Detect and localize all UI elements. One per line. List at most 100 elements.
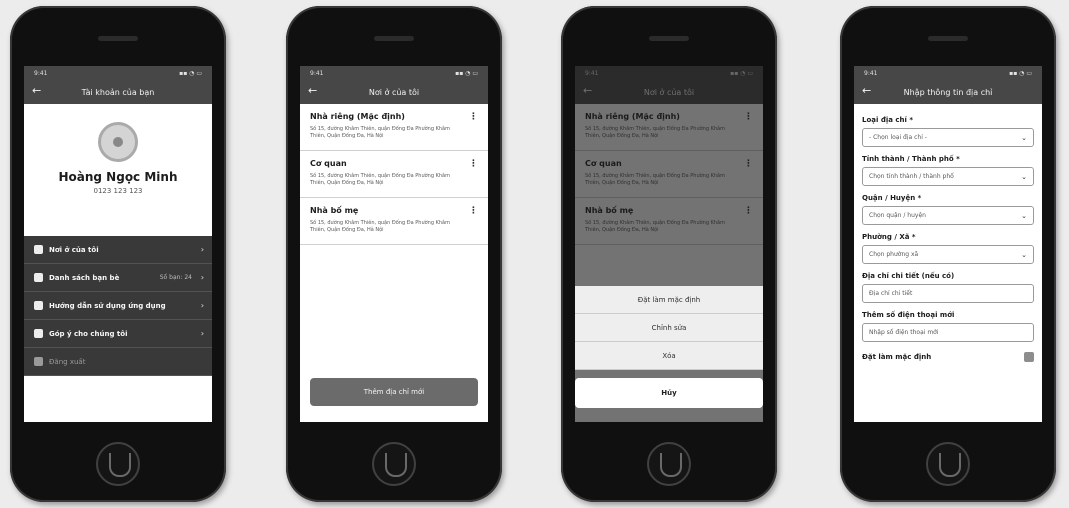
address-name: Cơ quan [310, 159, 347, 168]
profile-phone: 0123 123 123 [93, 187, 143, 195]
speaker [374, 36, 414, 41]
more-options-icon[interactable]: ⋮ [469, 159, 478, 169]
ward-label: Phường / Xã * [862, 233, 916, 241]
select-value: - Chọn loại địa chỉ - [869, 134, 927, 141]
city-select[interactable]: Chọn tỉnh thành / thành phố ⌄ [862, 167, 1034, 186]
district-select[interactable]: Chọn quận / huyện ⌄ [862, 206, 1034, 225]
menu-item-label: Đăng xuất [49, 357, 86, 366]
account-menu: Nơi ở của tôi › Danh sách bạn bè Số bạn:… [24, 236, 212, 376]
menu-item-label: Góp ý cho chúng tôi [49, 329, 128, 338]
guide-icon [34, 301, 43, 310]
speaker [928, 36, 968, 41]
address-card-home[interactable]: Nhà riêng (Mặc định) Số 15, đường Khâm T… [300, 104, 488, 151]
status-time: 9:41 [310, 69, 324, 77]
home-icon [34, 245, 43, 254]
address-form: Loại địa chỉ * - Chọn loại địa chỉ - ⌄ T… [854, 104, 1042, 366]
chevron-down-icon: ⌄ [1021, 172, 1027, 181]
back-arrow-icon[interactable]: ← [308, 85, 317, 97]
chevron-down-icon: ⌄ [1021, 133, 1027, 142]
address-type-select[interactable]: - Chọn loại địa chỉ - ⌄ [862, 128, 1034, 147]
address-type-label: Loại địa chỉ * [862, 116, 914, 124]
extra-phone-label: Thêm số điện thoại mới [862, 311, 955, 319]
chevron-down-icon: ⌄ [1021, 211, 1027, 220]
address-actions-screen: 9:41 ▪▪ ◔ ▭ ← Nơi ở của tôi Nhà riêng (M… [575, 66, 763, 422]
address-card-office[interactable]: Cơ quan Số 15, đường Khâm Thiên, quận Đố… [300, 151, 488, 198]
page-title: Tài khoản của bạn [81, 87, 155, 97]
more-options-icon[interactable]: ⋮ [469, 206, 478, 216]
set-default-row: Đặt làm mặc định [862, 352, 1034, 362]
detail-address-label: Địa chỉ chi tiết (nếu có) [862, 272, 955, 280]
phone-account: 9:41 ▪▪ ◔ ▭ ← Tài khoản của bạn Hoàng Ng… [10, 6, 226, 502]
address-detail: Số 15, đường Khâm Thiên, quận Đống Đa Ph… [310, 126, 450, 139]
home-button[interactable] [372, 442, 416, 486]
menu-item-label: Hướng dẫn sử dụng ứng dụng [49, 301, 166, 310]
status-time: 9:41 [34, 69, 48, 77]
phone-address-form: 9:41 ▪▪ ◔ ▭ ← Nhập thông tin địa chỉ Loạ… [840, 6, 1056, 502]
app-bar: ← Nhập thông tin địa chỉ [854, 80, 1042, 104]
status-bar: 9:41 ▪▪ ◔ ▭ [24, 66, 212, 80]
speaker [98, 36, 138, 41]
friends-icon [34, 273, 43, 282]
menu-item-label: Danh sách bạn bè [49, 273, 120, 282]
page-title: Nơi ở của tôi [368, 87, 420, 97]
edit-option[interactable]: Chỉnh sửa [575, 314, 763, 342]
city-label: Tỉnh thành / Thành phố * [862, 155, 960, 163]
chevron-down-icon: ⌄ [1021, 250, 1027, 259]
avatar[interactable] [98, 122, 138, 162]
status-icons: ▪▪ ◔ ▭ [1009, 69, 1032, 77]
feedback-icon [34, 329, 43, 338]
district-label: Quận / Huyện * [862, 194, 922, 202]
menu-item-logout[interactable]: Đăng xuất [24, 348, 212, 376]
select-value: Chọn phường xã [869, 251, 919, 258]
delete-option[interactable]: Xóa [575, 342, 763, 370]
cancel-button[interactable]: Hủy [575, 378, 763, 408]
set-default-label: Đặt làm mặc định [862, 353, 932, 361]
app-bar: ← Nơi ở của tôi [300, 80, 488, 104]
home-button[interactable] [96, 442, 140, 486]
home-button[interactable] [647, 442, 691, 486]
menu-item-my-places[interactable]: Nơi ở của tôi › [24, 236, 212, 264]
menu-item-guide[interactable]: Hướng dẫn sử dụng ứng dụng › [24, 292, 212, 320]
status-bar: 9:41 ▪▪ ◔ ▭ [854, 66, 1042, 80]
chevron-right-icon: › [200, 245, 204, 254]
status-time: 9:41 [864, 69, 878, 77]
set-default-option[interactable]: Đặt làm mặc định [575, 286, 763, 314]
select-value: Chọn quận / huyện [869, 212, 926, 219]
address-name: Nhà bố mẹ [310, 206, 359, 215]
back-arrow-icon[interactable]: ← [32, 85, 41, 97]
status-icons: ▪▪ ◔ ▭ [455, 69, 478, 77]
select-value: Chọn tỉnh thành / thành phố [869, 173, 954, 180]
chevron-right-icon: › [200, 273, 204, 282]
ward-select[interactable]: Chọn phường xã ⌄ [862, 245, 1034, 264]
detail-address-input[interactable]: Địa chỉ chi tiết [862, 284, 1034, 303]
friends-count: Số bạn: 24 [159, 274, 192, 281]
menu-item-friends[interactable]: Danh sách bạn bè Số bạn: 24 › [24, 264, 212, 292]
input-placeholder: Nhập số điện thoại mới [869, 329, 939, 336]
app-bar: ← Tài khoản của bạn [24, 80, 212, 104]
menu-item-feedback[interactable]: Góp ý cho chúng tôi › [24, 320, 212, 348]
chevron-right-icon: › [200, 301, 204, 310]
set-default-checkbox[interactable] [1024, 352, 1034, 362]
address-form-screen: 9:41 ▪▪ ◔ ▭ ← Nhập thông tin địa chỉ Loạ… [854, 66, 1042, 422]
home-button[interactable] [926, 442, 970, 486]
status-icons: ▪▪ ◔ ▭ [179, 69, 202, 77]
action-sheet: Đặt làm mặc định Chỉnh sửa Xóa [575, 286, 763, 370]
address-detail: Số 15, đường Khâm Thiên, quận Đống Đa Ph… [310, 220, 450, 233]
address-card-parents[interactable]: Nhà bố mẹ Số 15, đường Khâm Thiên, quận … [300, 198, 488, 245]
status-bar: 9:41 ▪▪ ◔ ▭ [300, 66, 488, 80]
phone-address-actions: 9:41 ▪▪ ◔ ▭ ← Nơi ở của tôi Nhà riêng (M… [561, 6, 777, 502]
more-options-icon[interactable]: ⋮ [469, 112, 478, 122]
back-arrow-icon[interactable]: ← [862, 85, 871, 97]
address-name: Nhà riêng (Mặc định) [310, 112, 405, 121]
logout-icon [34, 357, 43, 366]
extra-phone-input[interactable]: Nhập số điện thoại mới [862, 323, 1034, 342]
phone-my-places: 9:41 ▪▪ ◔ ▭ ← Nơi ở của tôi Nhà riêng (M… [286, 6, 502, 502]
address-detail: Số 15, đường Khâm Thiên, quận Đống Đa Ph… [310, 173, 450, 186]
account-screen: 9:41 ▪▪ ◔ ▭ ← Tài khoản của bạn Hoàng Ng… [24, 66, 212, 422]
speaker [649, 36, 689, 41]
my-places-screen: 9:41 ▪▪ ◔ ▭ ← Nơi ở của tôi Nhà riêng (M… [300, 66, 488, 422]
menu-item-label: Nơi ở của tôi [49, 245, 99, 254]
profile-name: Hoàng Ngọc Minh [58, 170, 178, 184]
input-placeholder: Địa chỉ chi tiết [869, 290, 913, 297]
add-address-button[interactable]: Thêm địa chỉ mới [310, 378, 478, 406]
